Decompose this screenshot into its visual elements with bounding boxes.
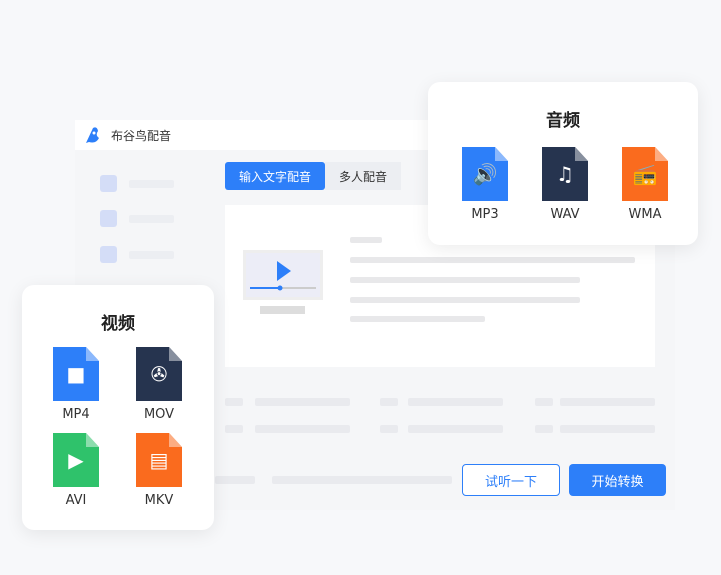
video-player-illustration — [243, 250, 323, 300]
video-card-title: 视频 — [101, 314, 135, 334]
preview-button[interactable]: 试听一下 — [462, 464, 560, 496]
format-mkv: ▤ MKV — [136, 433, 182, 508]
sidebar-item[interactable] — [100, 175, 174, 192]
format-wav: ♫ WAV — [542, 147, 588, 222]
audio-formats-card: 音频 🔊 MP3 ♫ WAV 📻 WMA — [428, 82, 698, 245]
radio-icon: 📻 — [622, 147, 668, 201]
play-icon: ▶ — [53, 433, 99, 487]
music-note-icon: ♫ — [542, 147, 588, 201]
format-mp3: 🔊 MP3 — [462, 147, 508, 222]
video-formats-card: 视频 ■ MP4 ✇ MOV ▶ AVI ▤ MKV — [22, 285, 214, 530]
format-mov: ✇ MOV — [136, 347, 182, 422]
app-title: 布谷鸟配音 — [111, 128, 172, 143]
camera-icon: ■ — [53, 347, 99, 401]
logo-icon — [86, 127, 99, 143]
sidebar-item[interactable] — [100, 246, 174, 263]
format-mp4: ■ MP4 — [53, 347, 99, 422]
tab-text-dubbing[interactable]: 输入文字配音 — [225, 162, 326, 190]
speaker-icon: 🔊 — [462, 147, 508, 201]
sidebar-item[interactable] — [100, 210, 174, 227]
start-convert-button[interactable]: 开始转换 — [569, 464, 666, 496]
film-strip-icon: ▤ — [136, 433, 182, 487]
tab-multi-dubbing[interactable]: 多人配音 — [325, 162, 402, 190]
audio-card-title: 音频 — [546, 111, 580, 131]
format-avi: ▶ AVI — [53, 433, 99, 508]
format-wma: 📻 WMA — [622, 147, 668, 222]
film-reel-icon: ✇ — [136, 347, 182, 401]
